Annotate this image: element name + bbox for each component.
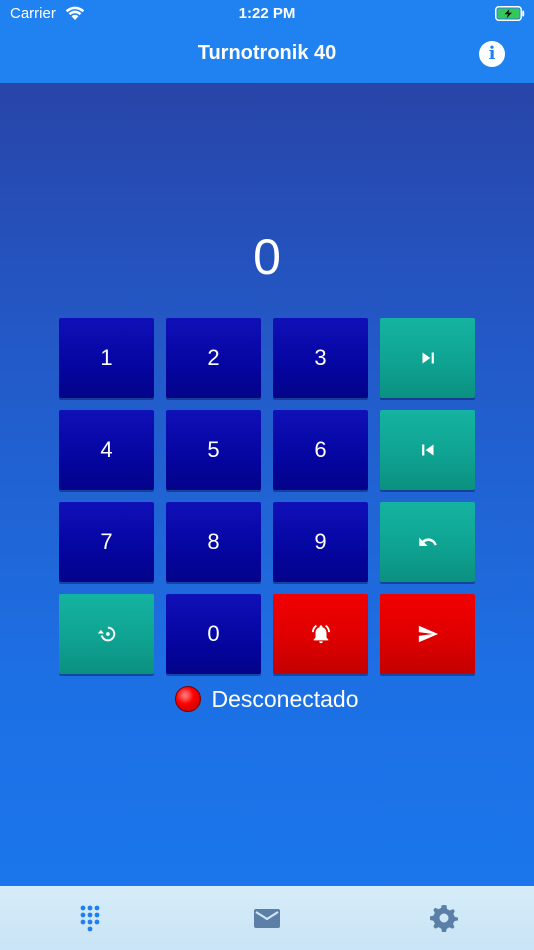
status-indicator-icon	[175, 686, 202, 712]
key-label: 6	[314, 437, 327, 462]
mail-icon	[254, 909, 280, 928]
key-label: 0	[207, 621, 220, 646]
status-bar: Carrier 1:22 PM	[0, 0, 534, 28]
skip-next-icon	[422, 352, 434, 364]
alarm-button[interactable]	[273, 594, 368, 674]
key-4[interactable]: 4	[59, 410, 154, 490]
dialpad-icon	[80, 905, 100, 932]
connection-status-label: Desconectado	[211, 685, 359, 712]
tab-messages[interactable]	[253, 904, 281, 932]
key-0[interactable]: 0	[166, 594, 261, 674]
restore-button[interactable]	[59, 594, 154, 674]
send-icon	[418, 625, 438, 643]
key-2[interactable]: 2	[166, 318, 261, 398]
undo-icon	[418, 537, 437, 546]
key-label: 3	[314, 345, 327, 370]
restore-icon	[97, 626, 115, 642]
key-label: 4	[100, 437, 113, 462]
key-3[interactable]: 3	[273, 318, 368, 398]
key-5[interactable]: 5	[166, 410, 261, 490]
keypad: 1 2 3 4 5 6 7 8 9 0	[59, 318, 475, 674]
key-label: 7	[100, 529, 113, 554]
battery-charging-icon	[495, 6, 525, 21]
app-title: Turnotronik 40	[197, 42, 337, 64]
navigation-bar: Carrier 1:22 PM Turnotronik 40 i	[0, 0, 534, 83]
tab-bar	[0, 886, 534, 950]
connection-status: Desconectado	[0, 683, 534, 715]
key-label: 9	[314, 529, 327, 554]
next-turn-button[interactable]	[380, 318, 475, 398]
key-8[interactable]: 8	[166, 502, 261, 582]
key-label: 2	[207, 345, 220, 370]
gear-icon	[430, 905, 458, 932]
info-button[interactable]: i	[479, 41, 505, 67]
ticket-number-display: 0	[253, 229, 281, 285]
key-label: 5	[207, 437, 220, 462]
tab-settings[interactable]	[430, 904, 458, 932]
undo-button[interactable]	[380, 502, 475, 582]
bell-alarm-icon	[311, 625, 330, 644]
app-screen: Carrier 1:22 PM Turnotronik 40 i 0 1 2 3	[0, 0, 534, 950]
key-label: 1	[100, 345, 113, 370]
key-7[interactable]: 7	[59, 502, 154, 582]
info-icon: i	[488, 43, 496, 64]
key-9[interactable]: 9	[273, 502, 368, 582]
tab-dialpad[interactable]	[76, 904, 104, 932]
previous-turn-button[interactable]	[380, 410, 475, 490]
send-button[interactable]	[380, 594, 475, 674]
key-label: 8	[207, 529, 220, 554]
clock: 1:22 PM	[238, 5, 296, 22]
skip-previous-icon	[421, 444, 433, 456]
key-1[interactable]: 1	[59, 318, 154, 398]
key-6[interactable]: 6	[273, 410, 368, 490]
